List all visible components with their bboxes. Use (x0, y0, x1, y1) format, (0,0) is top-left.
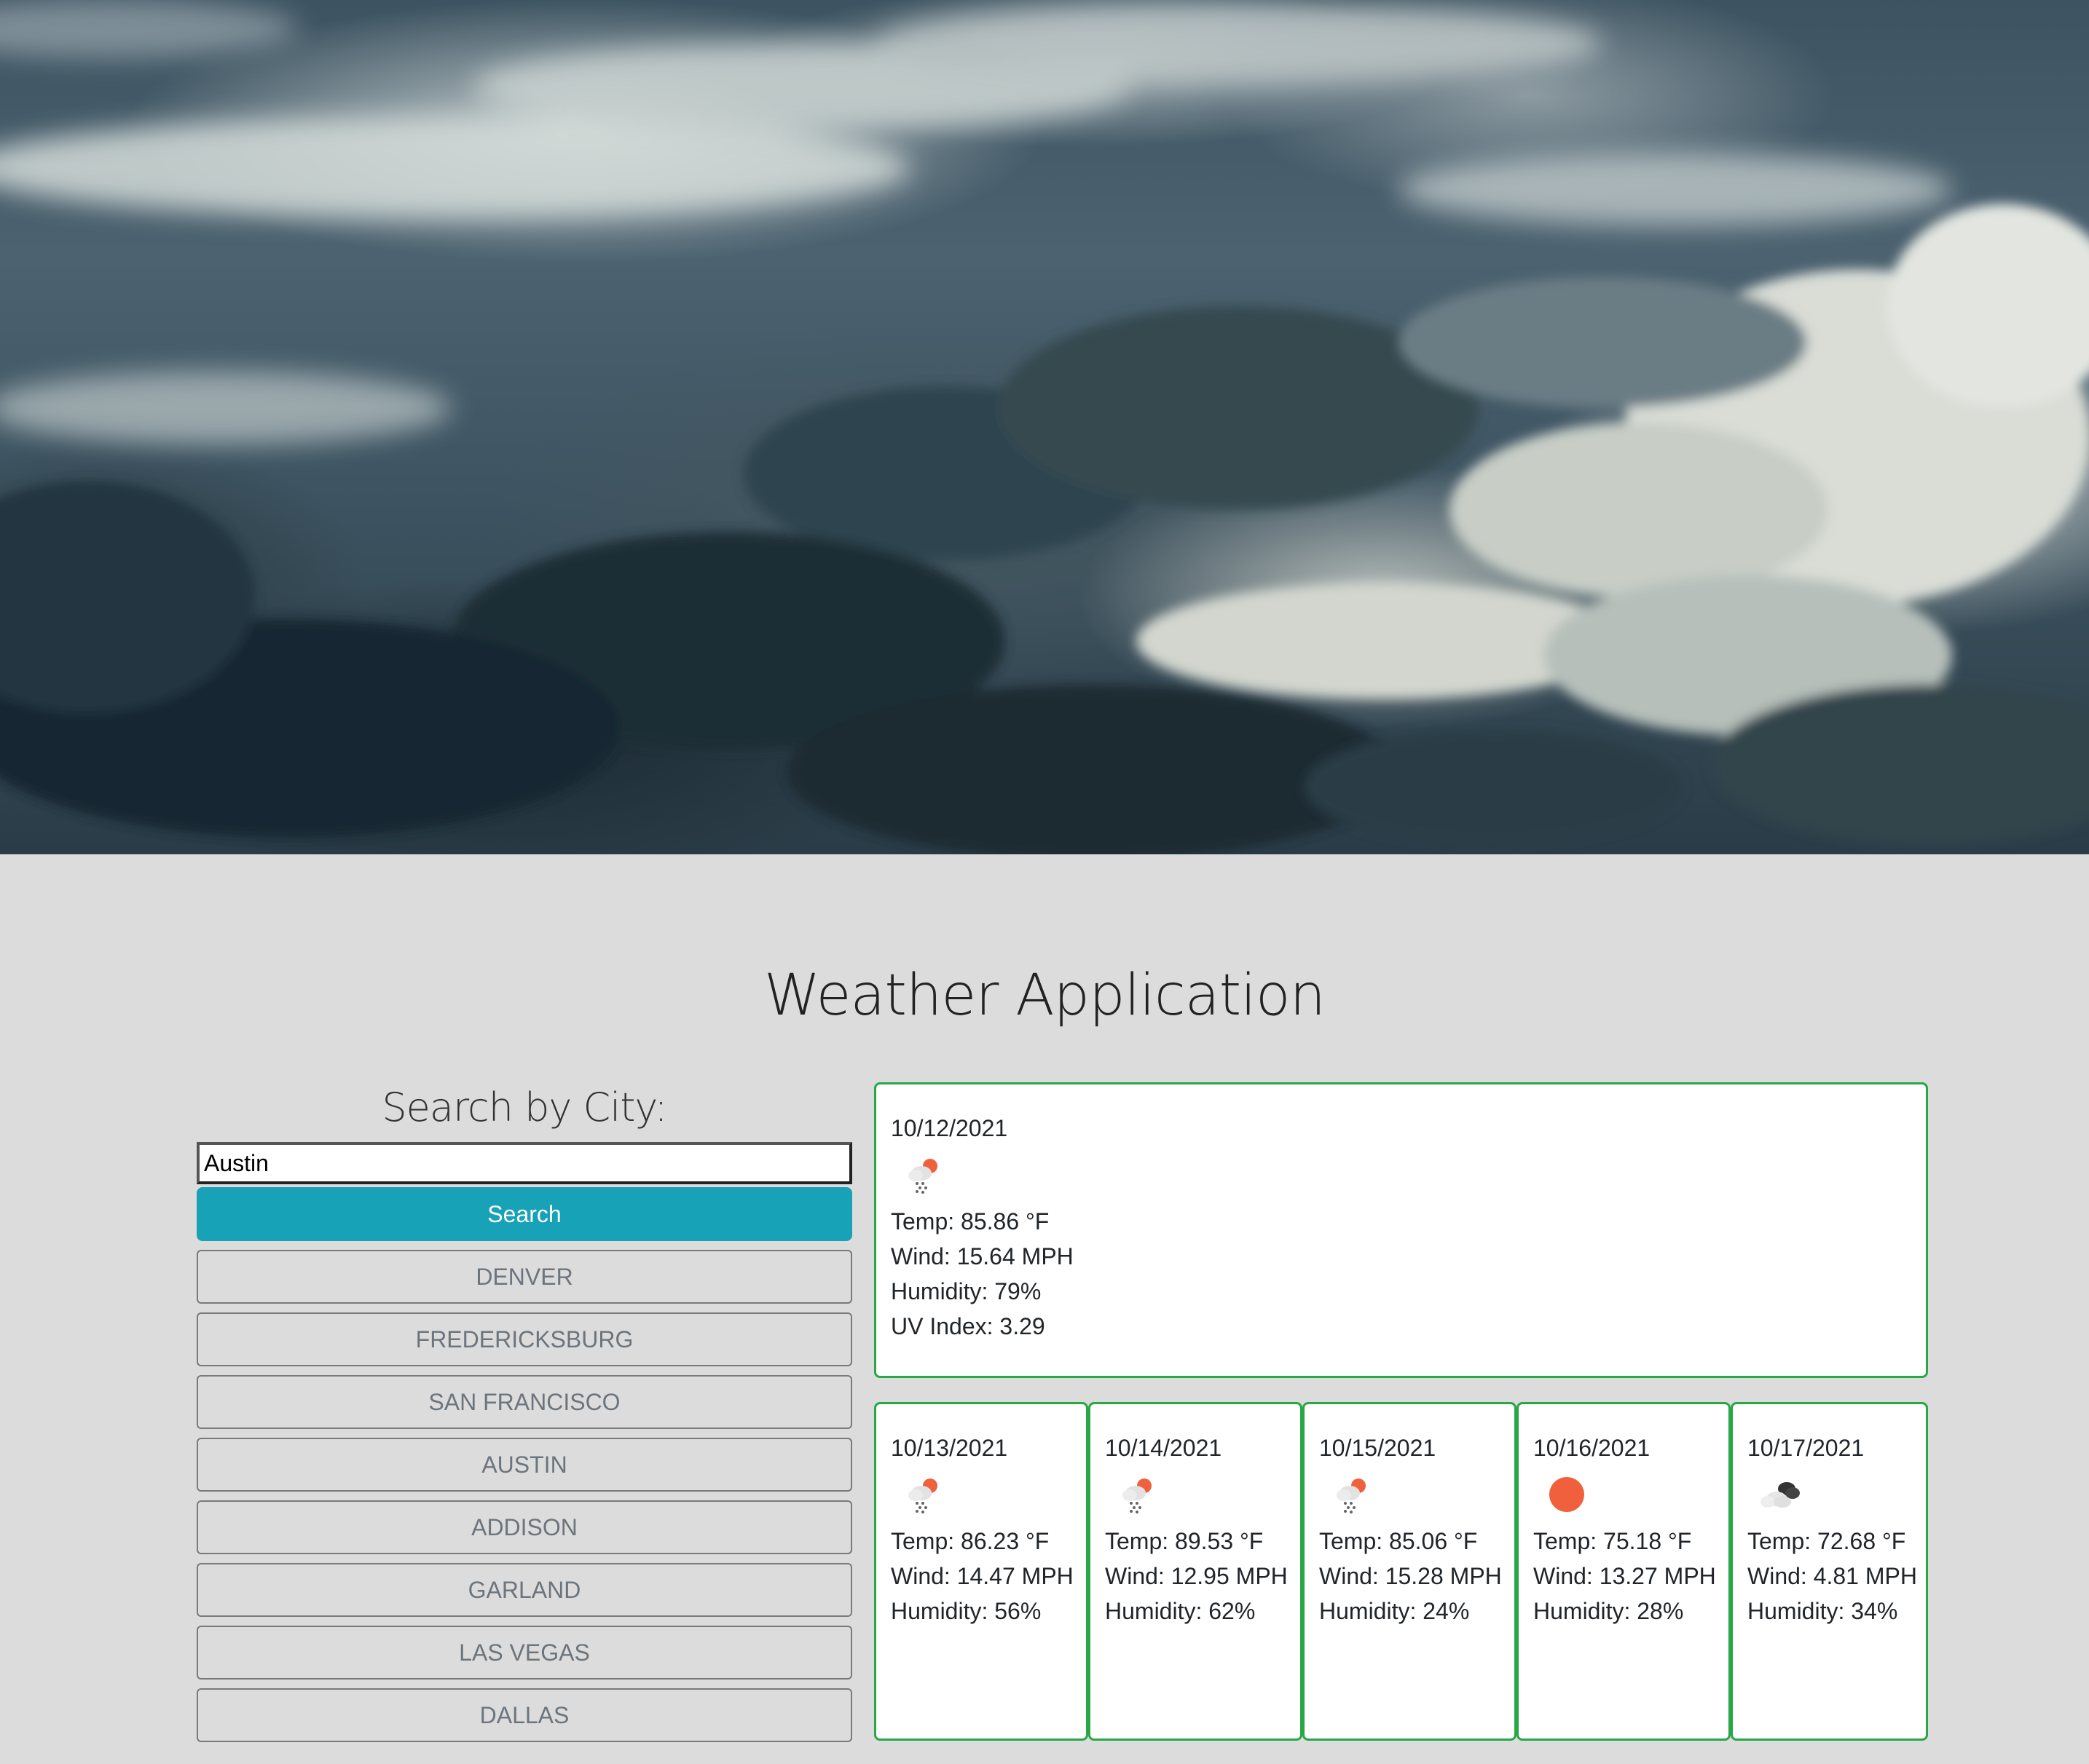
current-uv-index: UV Index: 3.29 (891, 1313, 1045, 1339)
forecast-card: 10/15/2021 Temp: 85.06 °F Wind: 15.28 MP… (1302, 1402, 1516, 1741)
forecast-date: 10/14/2021 (1105, 1435, 1222, 1461)
rain-sun-icon (908, 1478, 937, 1513)
history-item-fredericksburg[interactable]: FREDERICKSBURG (197, 1312, 852, 1366)
history-item-las-vegas[interactable]: LAS VEGAS (197, 1626, 852, 1680)
forecast-card: 10/16/2021 Temp: 75.18 °F Wind: 13.27 MP… (1516, 1402, 1731, 1741)
rain-sun-icon (1122, 1478, 1152, 1513)
forecast-wind: Wind: 4.81 MPH (1747, 1563, 1917, 1589)
search-panel: Search by City: Search DENVER FREDERICKS… (197, 1078, 852, 1751)
forecast-temp: Temp: 72.68 °F (1747, 1528, 1906, 1554)
forecast-temp: Temp: 85.06 °F (1319, 1528, 1478, 1554)
forecast-temp: Temp: 89.53 °F (1105, 1528, 1264, 1554)
clouds-icon (1760, 1482, 1800, 1508)
hero-sky-image (0, 0, 2089, 854)
forecast-row: 10/13/2021 Temp: 86.23 °F Wind: 14.47 MP… (874, 1402, 1928, 1741)
forecast-wind: Wind: 12.95 MPH (1105, 1563, 1288, 1589)
current-weather-card: 10/12/2021 Temp: 85.86 °F Wind: 15.64 MP… (874, 1082, 1928, 1378)
history-item-dallas[interactable]: DALLAS (197, 1688, 852, 1742)
history-item-garland[interactable]: GARLAND (197, 1563, 852, 1617)
forecast-wind: Wind: 14.47 MPH (891, 1563, 1074, 1589)
current-date: 10/12/2021 (891, 1115, 1008, 1141)
clouds-illustration (0, 0, 2089, 854)
forecast-date: 10/16/2021 (1533, 1435, 1651, 1461)
forecast-card: 10/13/2021 Temp: 86.23 °F Wind: 14.47 MP… (874, 1402, 1088, 1741)
forecast-humidity: Humidity: 24% (1319, 1598, 1470, 1624)
forecast-date: 10/13/2021 (891, 1435, 1008, 1461)
forecast-temp: Temp: 75.18 °F (1533, 1528, 1692, 1554)
current-temp: Temp: 85.86 °F (891, 1208, 1050, 1235)
sun-icon (1549, 1477, 1584, 1512)
history-item-addison[interactable]: ADDISON (197, 1500, 852, 1554)
forecast-wind: Wind: 15.28 MPH (1319, 1563, 1502, 1589)
forecast-date: 10/15/2021 (1319, 1435, 1436, 1461)
current-humidity: Humidity: 79% (891, 1278, 1042, 1304)
forecast-temp: Temp: 86.23 °F (891, 1528, 1050, 1554)
forecast-humidity: Humidity: 28% (1533, 1598, 1684, 1624)
search-heading: Search by City: (382, 1084, 667, 1130)
city-search-input[interactable] (197, 1142, 852, 1184)
forecast-humidity: Humidity: 34% (1747, 1598, 1898, 1624)
page-title: Weather Application (763, 963, 1326, 1029)
history-item-austin[interactable]: AUSTIN (197, 1438, 852, 1492)
forecast-date: 10/17/2021 (1747, 1435, 1865, 1461)
forecast-humidity: Humidity: 62% (1105, 1598, 1256, 1624)
forecast-card: 10/14/2021 Temp: 89.53 °F Wind: 12.95 MP… (1088, 1402, 1302, 1741)
forecast-humidity: Humidity: 56% (891, 1598, 1042, 1624)
history-item-san-francisco[interactable]: SAN FRANCISCO (197, 1375, 852, 1429)
current-wind: Wind: 15.64 MPH (891, 1243, 1074, 1269)
search-button[interactable]: Search (197, 1187, 852, 1241)
forecast-wind: Wind: 13.27 MPH (1533, 1563, 1716, 1589)
forecast-card: 10/17/2021 Temp: 72.68 °F Wind: 4.81 MPH… (1731, 1402, 1928, 1741)
search-history-list: DENVER FREDERICKSBURG SAN FRANCISCO AUST… (197, 1250, 852, 1742)
rain-sun-icon (908, 1159, 937, 1194)
rain-sun-icon (1337, 1478, 1366, 1513)
history-item-denver[interactable]: DENVER (197, 1250, 852, 1304)
